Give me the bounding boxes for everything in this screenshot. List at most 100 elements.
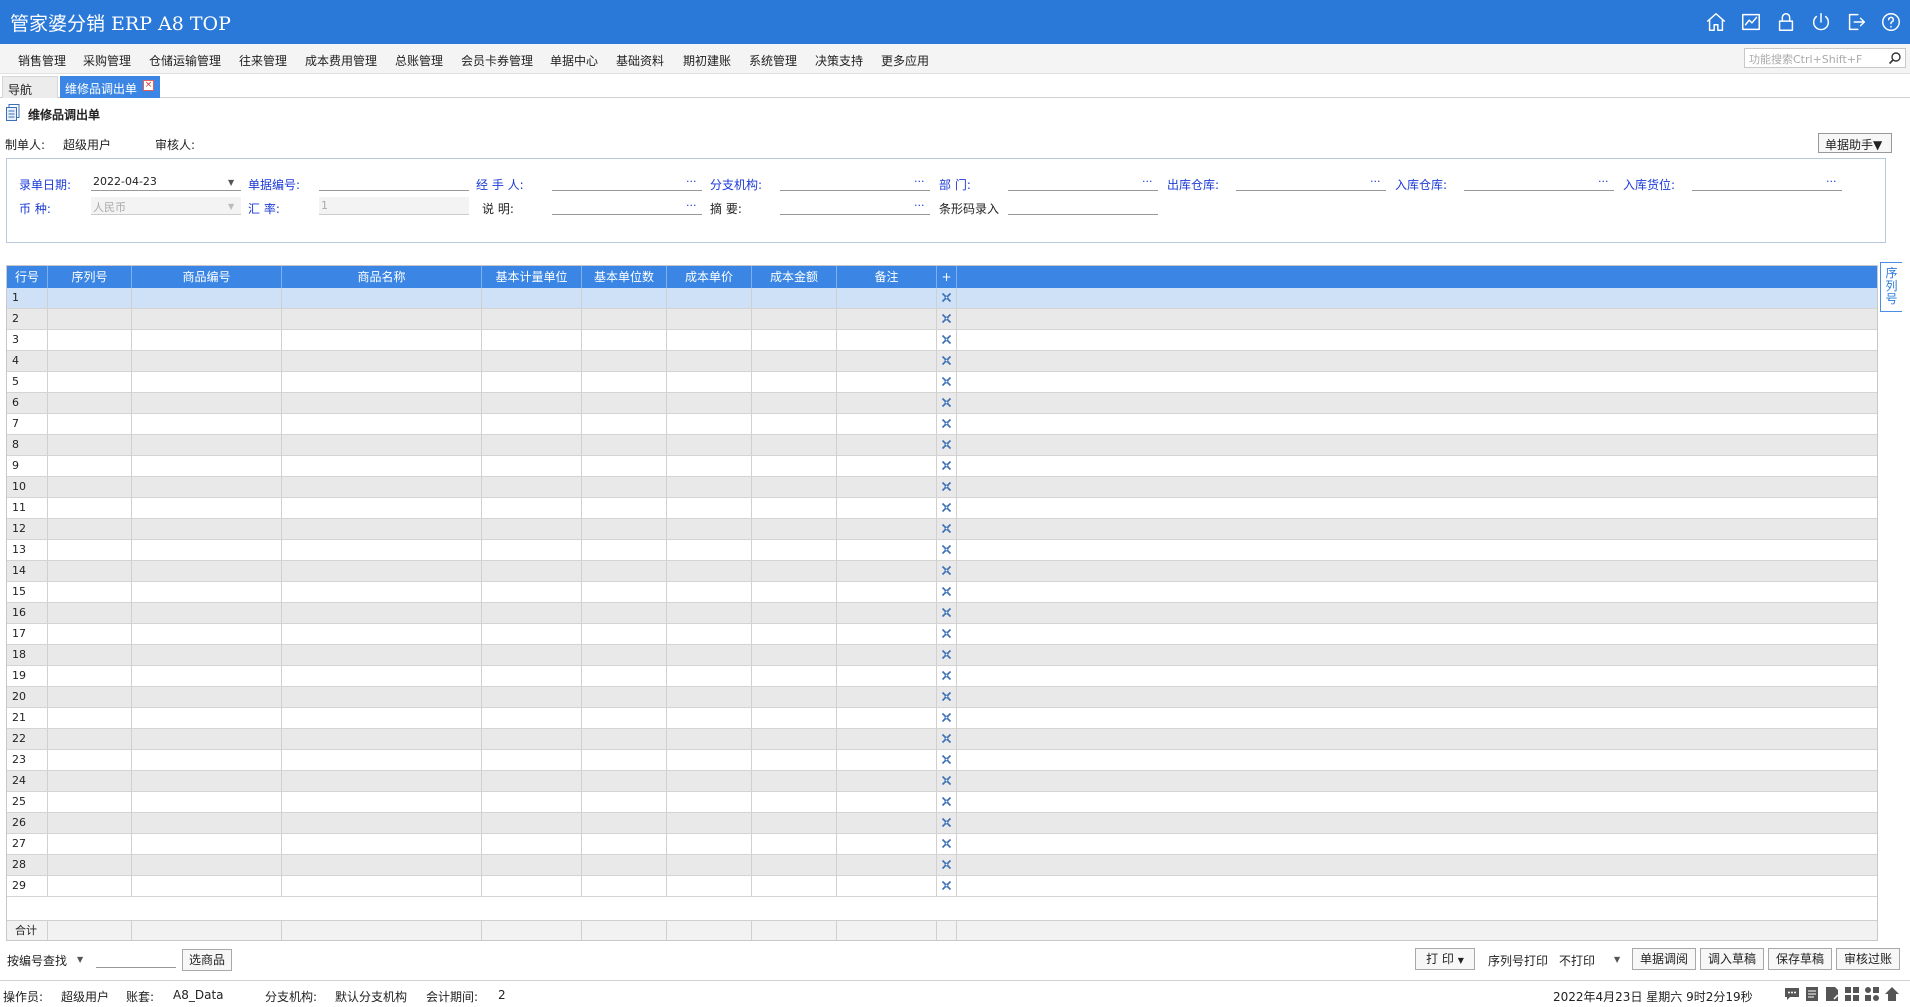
base-unit-cell[interactable]	[482, 729, 582, 749]
cost-price-cell[interactable]	[667, 771, 752, 791]
cost-price-cell[interactable]	[667, 834, 752, 854]
product-name-cell[interactable]	[282, 540, 482, 560]
help-icon[interactable]	[1876, 10, 1906, 34]
product-code-cell[interactable]	[132, 393, 282, 413]
product-name-cell[interactable]	[282, 414, 482, 434]
remark-cell[interactable]	[837, 309, 937, 329]
table-row[interactable]: 6	[7, 393, 1877, 414]
delete-row-icon[interactable]	[941, 649, 952, 660]
base-qty-cell[interactable]	[582, 288, 667, 308]
base-qty-cell[interactable]	[582, 687, 667, 707]
base-qty-cell[interactable]	[582, 351, 667, 371]
product-code-cell[interactable]	[132, 330, 282, 350]
menu-sales[interactable]: 销售管理	[18, 52, 66, 69]
product-name-cell[interactable]	[282, 708, 482, 728]
serial-no-cell[interactable]	[48, 855, 132, 875]
base-unit-cell[interactable]	[482, 414, 582, 434]
table-row[interactable]: 1	[7, 288, 1877, 309]
tab-navigation[interactable]: 导航	[2, 76, 58, 98]
product-code-cell[interactable]	[132, 876, 282, 896]
serial-no-cell[interactable]	[48, 414, 132, 434]
base-qty-cell[interactable]	[582, 729, 667, 749]
delete-row-icon[interactable]	[941, 670, 952, 681]
product-code-cell[interactable]	[132, 624, 282, 644]
out-warehouse-browse-icon[interactable]: ···	[1370, 175, 1381, 188]
table-row[interactable]: 27	[7, 834, 1877, 855]
summary-browse-icon[interactable]: ···	[914, 199, 925, 212]
remark-cell[interactable]	[837, 624, 937, 644]
base-qty-cell[interactable]	[582, 309, 667, 329]
base-unit-cell[interactable]	[482, 561, 582, 581]
delete-row-icon[interactable]	[941, 460, 952, 471]
base-qty-cell[interactable]	[582, 582, 667, 602]
table-row[interactable]: 8	[7, 435, 1877, 456]
cost-amount-cell[interactable]	[752, 708, 837, 728]
cost-price-cell[interactable]	[667, 813, 752, 833]
table-row[interactable]: 28	[7, 855, 1877, 876]
cost-amount-cell[interactable]	[752, 540, 837, 560]
serial-no-cell[interactable]	[48, 771, 132, 791]
remark-cell[interactable]	[837, 645, 937, 665]
menu-more-apps[interactable]: 更多应用	[881, 52, 929, 69]
menu-opening[interactable]: 期初建账	[683, 52, 731, 69]
cost-amount-cell[interactable]	[752, 876, 837, 896]
col-product-code[interactable]: 商品编号	[132, 266, 282, 288]
serial-no-cell[interactable]	[48, 372, 132, 392]
docno-field[interactable]	[319, 173, 469, 191]
product-code-cell[interactable]	[132, 771, 282, 791]
cost-price-cell[interactable]	[667, 750, 752, 770]
serial-no-cell[interactable]	[48, 603, 132, 623]
load-draft-button[interactable]: 调入草稿	[1700, 948, 1764, 970]
product-name-cell[interactable]	[282, 687, 482, 707]
base-qty-cell[interactable]	[582, 456, 667, 476]
table-row[interactable]: 21	[7, 708, 1877, 729]
product-search-input[interactable]	[96, 950, 176, 968]
cost-amount-cell[interactable]	[752, 519, 837, 539]
power-icon[interactable]	[1806, 10, 1836, 34]
in-location-browse-icon[interactable]: ···	[1826, 175, 1837, 188]
base-unit-cell[interactable]	[482, 582, 582, 602]
menu-accounts[interactable]: 往来管理	[239, 52, 287, 69]
dept-browse-icon[interactable]: ···	[1142, 175, 1153, 188]
cost-amount-cell[interactable]	[752, 666, 837, 686]
base-qty-cell[interactable]	[582, 750, 667, 770]
cost-price-cell[interactable]	[667, 603, 752, 623]
product-name-cell[interactable]	[282, 624, 482, 644]
audit-post-button[interactable]: 审核过账	[1836, 948, 1900, 970]
cost-price-cell[interactable]	[667, 330, 752, 350]
delete-row-icon[interactable]	[941, 880, 952, 891]
base-qty-cell[interactable]	[582, 792, 667, 812]
col-base-unit[interactable]: 基本计量单位	[482, 266, 582, 288]
remark-cell[interactable]	[837, 582, 937, 602]
remark-cell[interactable]	[837, 435, 937, 455]
remark-cell[interactable]	[837, 813, 937, 833]
remark-cell[interactable]	[837, 729, 937, 749]
cost-amount-cell[interactable]	[752, 645, 837, 665]
product-code-cell[interactable]	[132, 834, 282, 854]
base-unit-cell[interactable]	[482, 288, 582, 308]
cost-price-cell[interactable]	[667, 393, 752, 413]
cost-price-cell[interactable]	[667, 456, 752, 476]
table-row[interactable]: 24	[7, 771, 1877, 792]
cost-amount-cell[interactable]	[752, 498, 837, 518]
apps-icon[interactable]	[1864, 986, 1880, 1002]
cost-price-cell[interactable]	[667, 477, 752, 497]
remark-cell[interactable]	[837, 498, 937, 518]
cost-price-cell[interactable]	[667, 687, 752, 707]
delete-row-icon[interactable]	[941, 502, 952, 513]
delete-row-icon[interactable]	[941, 691, 952, 702]
product-code-cell[interactable]	[132, 435, 282, 455]
base-qty-cell[interactable]	[582, 540, 667, 560]
search-icon[interactable]	[1888, 51, 1902, 65]
product-name-cell[interactable]	[282, 561, 482, 581]
delete-row-icon[interactable]	[941, 754, 952, 765]
delete-row-icon[interactable]	[941, 817, 952, 828]
cost-price-cell[interactable]	[667, 351, 752, 371]
menu-warehouse[interactable]: 仓储运输管理	[149, 52, 221, 69]
menu-basic-data[interactable]: 基础资料	[616, 52, 664, 69]
handler-browse-icon[interactable]: ···	[686, 175, 697, 188]
cost-amount-cell[interactable]	[752, 477, 837, 497]
serial-print-dropdown-icon[interactable]: ▼	[1614, 955, 1620, 964]
product-name-cell[interactable]	[282, 729, 482, 749]
table-row[interactable]: 13	[7, 540, 1877, 561]
